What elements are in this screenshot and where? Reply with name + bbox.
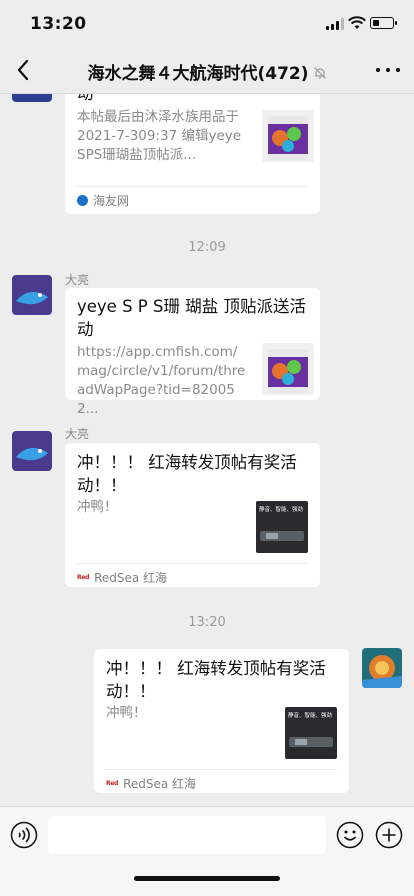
avatar[interactable] — [12, 275, 52, 315]
more-options-button[interactable] — [376, 59, 400, 79]
link-card[interactable]: 动 本帖最后由沐泽水族用品于 2021-7-309:37 编辑yeyeSPS珊瑚… — [65, 94, 320, 214]
status-bar: 13:20 — [0, 0, 414, 46]
card-thumbnail — [262, 110, 314, 162]
card-thumbnail: 静音、智能、强劲 — [285, 707, 337, 759]
card-divider — [77, 186, 308, 187]
card-source: Red RedSea 红海 — [106, 775, 196, 792]
avatar[interactable] — [12, 431, 52, 471]
redsea-logo-icon: Red — [77, 574, 90, 581]
wifi-icon — [348, 16, 366, 29]
card-desc: 本帖最后由沐泽水族用品于 2021-7-309:37 编辑yeyeSPS珊瑚盐顶… — [77, 109, 242, 163]
link-card[interactable]: 冲！！！ 红海转发顶帖有奖活动！！ 冲鸭！ 静音、智能、强劲 Red RedSe… — [65, 443, 320, 587]
card-source-label: RedSea 红海 — [123, 777, 197, 791]
status-time: 13:20 — [30, 14, 87, 34]
chat-messages[interactable]: 动 本帖最后由沐泽水族用品于 2021-7-309:37 编辑yeyeSPS珊瑚… — [0, 94, 414, 806]
battery-icon — [370, 17, 397, 29]
message-input[interactable] — [48, 816, 326, 854]
voice-input-button[interactable] — [10, 821, 38, 849]
card-source-label: 海友网 — [93, 194, 130, 208]
chat-title-text: 海水之舞４大航海时代(472) — [87, 64, 309, 84]
thumb-caption: 静音、智能、强劲 — [259, 507, 304, 513]
home-indicator — [134, 876, 280, 881]
card-source: Red RedSea 红海 — [77, 569, 167, 586]
link-card[interactable]: 冲！！！ 红海转发顶帖有奖活动！！ 冲鸭！ 静音、智能、强劲 Red RedSe… — [94, 649, 349, 793]
redsea-logo-icon: Red — [106, 780, 119, 787]
avatar[interactable] — [362, 648, 402, 688]
card-divider — [106, 769, 337, 770]
back-button[interactable] — [10, 56, 38, 84]
input-bar — [0, 806, 414, 896]
card-desc: 冲鸭！ — [106, 705, 147, 721]
timestamp: 13:20 — [188, 615, 226, 630]
card-source-label: RedSea 红海 — [94, 571, 168, 585]
link-card[interactable]: yeye S P S珊 瑚盐 顶贴派送活动 https://app.cmfish… — [65, 288, 320, 417]
source-logo-icon — [77, 195, 88, 206]
thumb-caption: 静音、智能、强劲 — [288, 713, 333, 719]
sender-name: 大亮 — [65, 427, 90, 441]
avatar[interactable] — [12, 94, 52, 102]
card-divider — [77, 563, 308, 564]
card-title: 冲！！！ 红海转发顶帖有奖活动！！ — [106, 659, 326, 701]
card-title: 动 — [77, 94, 94, 105]
card-desc: 冲鸭！ — [77, 499, 118, 515]
card-thumbnail: 静音、智能、强劲 — [256, 501, 308, 553]
signal-icon — [326, 18, 344, 30]
card-title: yeye S P S珊 瑚盐 顶贴派送活动 — [77, 297, 306, 339]
timestamp: 12:09 — [188, 240, 226, 255]
card-title: 冲！！！ 红海转发顶帖有奖活动！！ — [77, 453, 297, 495]
chat-title: 海水之舞４大航海时代(472) — [70, 59, 344, 84]
card-desc: https://app.cmfish.com/mag/circle/v1/for… — [77, 344, 246, 417]
card-thumbnail — [262, 343, 314, 395]
card-source: 海友网 — [77, 192, 129, 209]
emoji-button[interactable] — [336, 821, 364, 849]
sender-name: 大亮 — [65, 273, 90, 287]
mute-bell-icon — [313, 67, 326, 79]
more-functions-button[interactable] — [375, 821, 403, 849]
nav-bar: 海水之舞４大航海时代(472) — [0, 46, 414, 94]
